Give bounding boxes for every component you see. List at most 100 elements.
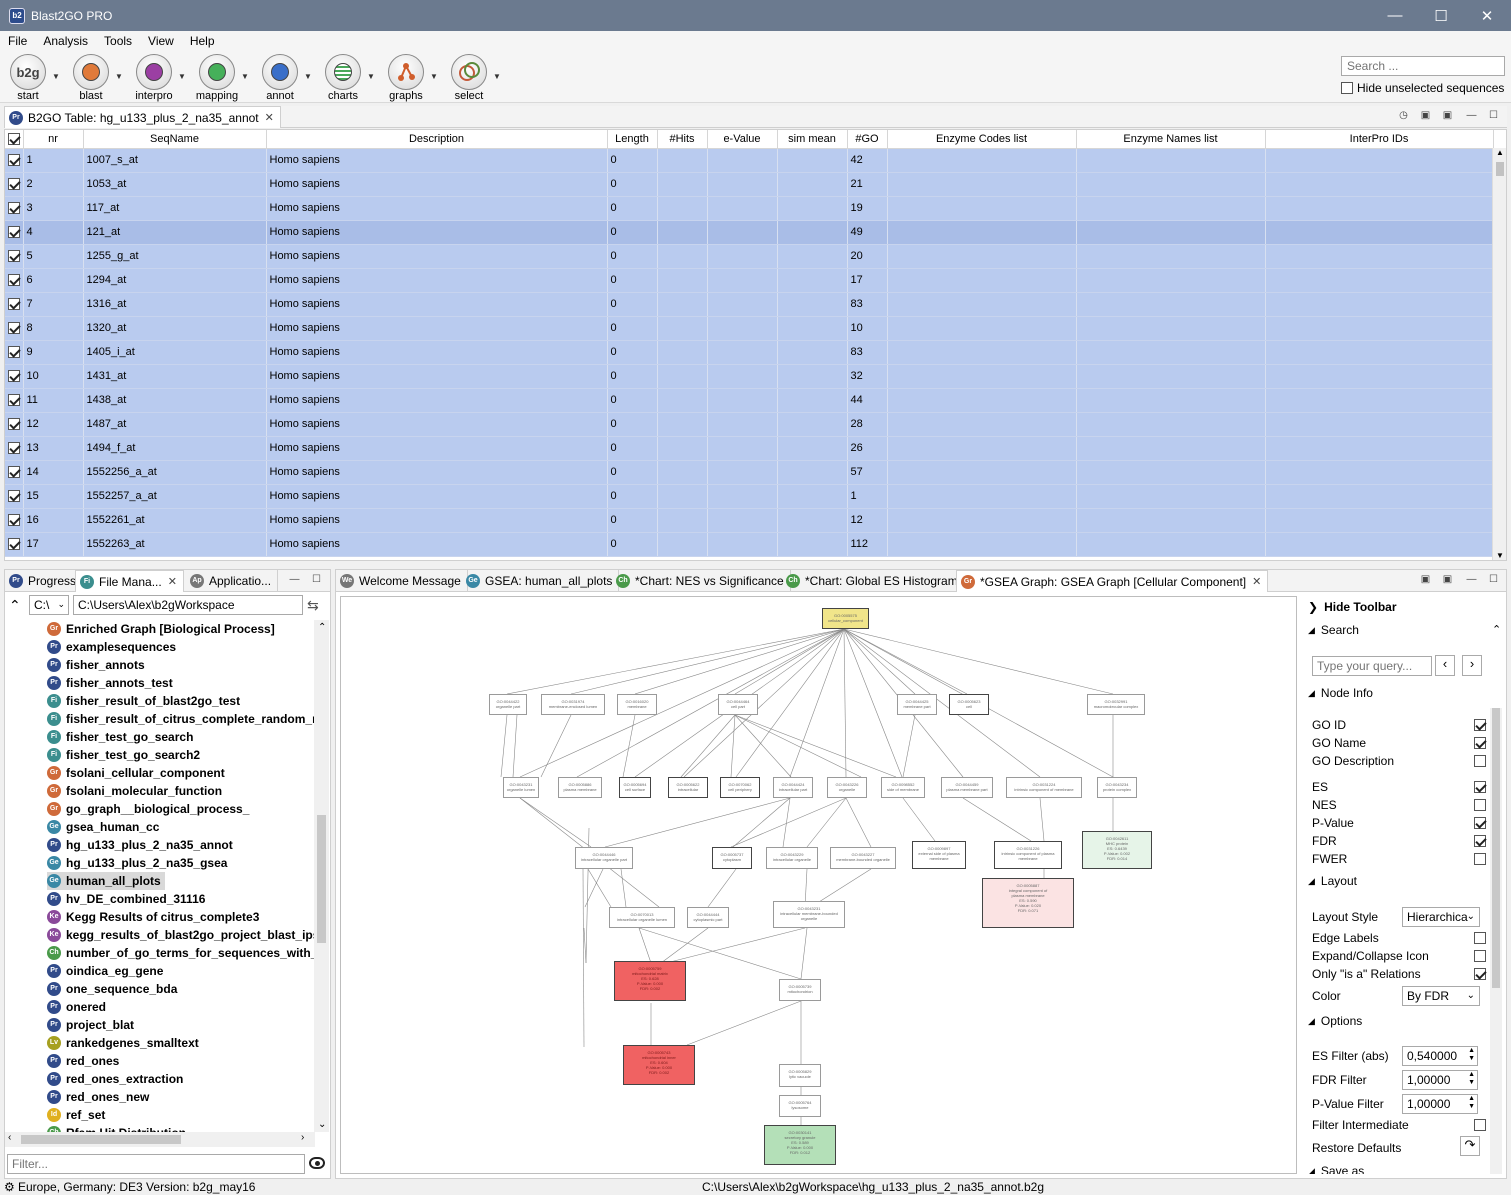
row-checkbox[interactable] [8,226,20,239]
tab-gsea-graph[interactable]: Gr *GSEA Graph: GSEA Graph [Cellular Comp… [956,570,1269,592]
graph-node[interactable]: GO:0005739 mitochondrion [779,979,821,1001]
maximize-view-icon[interactable]: ☐ [1486,110,1501,124]
color-select[interactable]: By FDR ⌄ [1402,986,1480,1006]
scroll-down-icon[interactable]: ▼ [1496,551,1504,560]
file-list-item[interactable]: Fi fisher_test_go_search2 [47,746,200,764]
row-checkbox-cell[interactable] [5,220,24,245]
table-vertical-scrollbar[interactable]: ▲ ▼ [1492,148,1506,560]
row-checkbox-cell[interactable] [5,364,24,389]
tab-chart-nes[interactable]: Ch *Chart: NES vs Significance [612,570,791,592]
graph-node[interactable]: GO:0043234 protein complex [1097,777,1137,798]
row-checkbox-cell[interactable] [5,508,24,533]
row-checkbox[interactable] [8,274,20,287]
file-list-item[interactable]: Pr one_sequence_bda [47,980,177,998]
go-name-checkbox[interactable] [1474,737,1486,749]
pvalue-filter-spinner[interactable]: 1,00000 ▲ ▼ [1402,1094,1478,1114]
graph-node[interactable]: GO:0005622 intracellular [668,777,708,798]
close-window-button[interactable]: ✕ [1464,0,1510,31]
table-row[interactable]: 10 1431_at Homo sapiens 0 32 [5,364,1494,389]
graph-node[interactable]: GO:0070062 cell periphery [720,777,760,798]
tab-file-manager[interactable]: Fi File Mana... ✕ [75,570,184,592]
table-row[interactable]: 2 1053_at Homo sapiens 0 21 [5,172,1494,197]
tab-b2go-table[interactable]: Pr B2GO Table: hg_u133_plus_2_na35_annot… [4,106,281,128]
hide-unselected-toggle[interactable]: Hide unselected sequences [1341,81,1504,95]
scrollbar-thumb[interactable] [21,1135,181,1144]
column-header-interpro-ids[interactable]: InterPro IDs [1265,130,1494,149]
minimize-button[interactable]: — [1372,0,1418,31]
row-checkbox[interactable] [8,154,20,167]
scroll-down-icon[interactable]: ⌄ [318,1119,326,1130]
option-nes[interactable]: NES [1312,798,1486,812]
column-header-nr[interactable]: nr [23,130,84,149]
file-list-item[interactable]: Pr onered [47,998,106,1016]
table-row[interactable]: 16 1552261_at Homo sapiens 0 12 [5,508,1494,533]
table-row[interactable]: 3 117_at Homo sapiens 0 19 [5,196,1494,221]
file-list-item[interactable]: Pr hv_DE_combined_31116 [47,890,205,908]
graph-node[interactable]: GO:0043231 intracellular membrane-bounded… [773,901,845,928]
graph-node-secretory-granule[interactable]: GO:0030141 secretory granule ES: 0.589 P-Va… [764,1125,836,1165]
save-as-icon[interactable]: ▣ [1440,110,1455,124]
file-list-item[interactable]: Fi fisher_result_of_blast2go_test [47,692,240,710]
maximize-view-icon[interactable]: ☐ [1486,574,1501,588]
table-row[interactable]: 7 1316_at Homo sapiens 0 83 [5,292,1494,317]
column-header-seqname[interactable]: SeqName [83,130,267,149]
graph-node[interactable]: GO:0032991 macromolecular complex [1087,694,1145,715]
table-row[interactable]: 14 1552256_a_at Homo sapiens 0 57 [5,460,1494,485]
minimize-view-icon[interactable]: — [1464,110,1479,124]
table-row[interactable]: 11 1438_at Homo sapiens 0 44 [5,388,1494,413]
only-is-a-checkbox[interactable] [1474,968,1486,980]
fdr-checkbox[interactable] [1474,835,1486,847]
tab-application[interactable]: Ap Applicatio... [186,570,279,592]
file-list-horizontal-scrollbar[interactable]: ‹ › [5,1132,315,1147]
row-checkbox-cell[interactable] [5,436,24,461]
option-go-name[interactable]: GO Name [1312,736,1486,750]
scroll-up-icon[interactable]: ⌃ [318,622,326,633]
next-result-button[interactable]: › [1462,655,1482,676]
graphs-tool-button[interactable]: ▼ graphs [386,54,442,102]
file-list-item[interactable]: Fi fisher_test_go_search [47,728,193,746]
file-list-item[interactable]: Gr go_graph__biological_process_ [47,800,249,818]
option-pvalue[interactable]: P-Value [1312,816,1486,830]
dropdown-arrow-icon[interactable]: ▼ [241,72,249,81]
dropdown-arrow-icon[interactable]: ▼ [430,72,438,81]
row-checkbox-cell[interactable] [5,412,24,437]
select-tool-button[interactable]: ▼ select [449,54,505,102]
previous-result-button[interactable]: ‹ [1435,655,1455,676]
graph-node[interactable]: GO:0031974 membrane-enclosed lumen [541,694,605,715]
file-list-item[interactable]: Pr red_ones_new [47,1088,149,1106]
minimize-view-icon[interactable]: — [287,574,302,588]
graph-node[interactable]: GO:0009897 external side of plasma membra… [912,841,966,869]
row-checkbox[interactable] [8,346,20,359]
charts-tool-button[interactable]: ▼ charts [323,54,379,102]
blast-tool-button[interactable]: ▼ blast [71,54,127,102]
tab-gsea[interactable]: Ge GSEA: human_all_plots [462,570,620,592]
graph-node[interactable]: GO:0005694 cell surface [619,777,651,798]
query-input[interactable] [1312,656,1432,676]
row-checkbox[interactable] [8,442,20,455]
row-checkbox-cell[interactable] [5,244,24,269]
menu-help[interactable]: Help [182,34,223,48]
drive-select[interactable]: C:\ ⌄ [29,595,69,615]
column-header-sim-mean[interactable]: sim mean [777,130,848,149]
start-tool-button[interactable]: b2g ▼ start [8,54,64,102]
dropdown-arrow-icon[interactable]: ▼ [52,72,60,81]
row-checkbox-cell[interactable] [5,268,24,293]
hide-toolbar-button[interactable]: ❯ Hide Toolbar [1308,600,1397,614]
row-checkbox-cell[interactable] [5,292,24,317]
column-header-description[interactable]: Description [266,130,608,149]
layout-section-header[interactable]: ◢ Layout [1308,874,1357,888]
graph-node-mitochondrial-inner-membrane[interactable]: GO:0005743 mitochondrial inner ES: 0.604 P-… [623,1045,695,1085]
graph-node[interactable]: GO:0031224 intrinsic component of membran… [1006,777,1082,798]
search-input[interactable] [1341,56,1505,76]
minimize-view-icon[interactable]: — [1464,574,1479,588]
es-filter-spinner[interactable]: 0,540000 ▲ ▼ [1402,1046,1478,1066]
edge-labels-row[interactable]: Edge Labels [1312,931,1486,945]
row-checkbox[interactable] [8,514,20,527]
column-header-hits[interactable]: #Hits [657,130,708,149]
file-list-item[interactable]: ChRfam Hit Distribution [47,1124,186,1132]
graph-node[interactable]: GO:0016020 membrane [617,694,657,715]
file-list-item[interactable]: Pr red_ones_extraction [47,1070,183,1088]
graph-node[interactable]: GO:0098552 side of membrane [881,777,925,798]
file-list-item[interactable]: Pr fisher_annots_test [47,674,173,692]
graph-node[interactable]: GO:0043229 intracellular organelle [766,847,818,869]
